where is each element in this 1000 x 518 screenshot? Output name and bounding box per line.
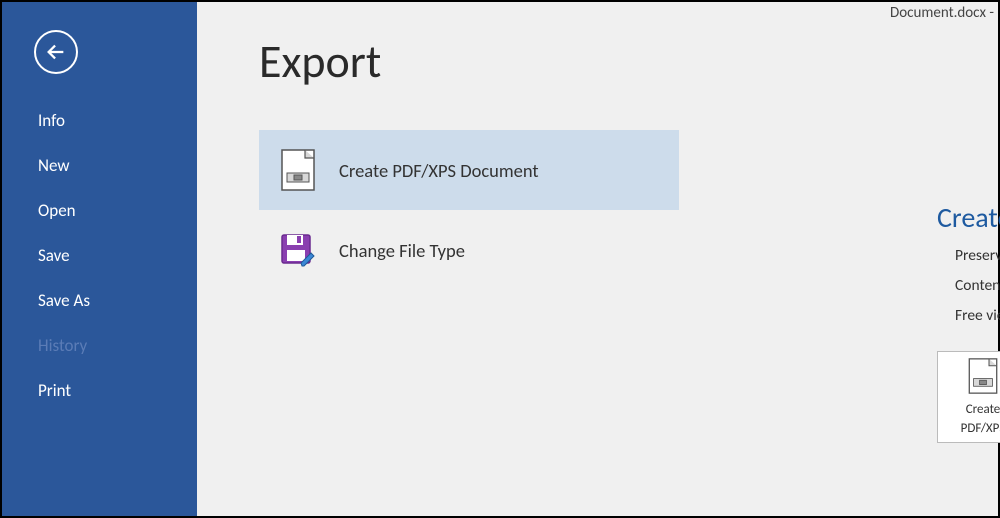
- option-create-pdf-xps[interactable]: Create PDF/XPS Document: [259, 130, 679, 210]
- option-label: Create PDF/XPS Document: [339, 159, 539, 182]
- detail-bullet: Content can't be easily cha: [937, 271, 998, 301]
- pdf-page-icon: [279, 148, 317, 192]
- button-label-line2: PDF/XPS: [961, 421, 1000, 436]
- nav-item-info[interactable]: Info: [2, 98, 197, 143]
- detail-panel: Create a PDF/XPS Preserves layout, forma…: [937, 200, 998, 443]
- export-option-list: Create PDF/XPS Document Change File Type: [259, 130, 679, 290]
- detail-bullet-list: Preserves layout, formatting Content can…: [937, 235, 998, 331]
- nav-item-history: History: [2, 323, 197, 368]
- back-button[interactable]: [34, 30, 78, 74]
- nav-item-save-as[interactable]: Save As: [2, 278, 197, 323]
- page-heading: Export: [259, 34, 998, 90]
- pdf-page-icon: [968, 358, 998, 398]
- detail-bullet: Preserves layout, formatting: [937, 241, 998, 271]
- back-arrow-icon: [45, 41, 67, 63]
- floppy-edit-icon: [279, 228, 317, 272]
- detail-title: Create a PDF/XPS: [937, 200, 998, 235]
- nav-item-open[interactable]: Open: [2, 188, 197, 233]
- detail-bullet: Free viewers are available o: [937, 301, 998, 331]
- nav-item-print[interactable]: Print: [2, 368, 197, 413]
- nav-item-new[interactable]: New: [2, 143, 197, 188]
- backstage-sidebar: Info New Open Save Save As History Print: [2, 2, 197, 516]
- option-label: Change File Type: [339, 239, 465, 262]
- nav-item-save[interactable]: Save: [2, 233, 197, 278]
- content-area: Export Create PDF/XPS Document: [197, 2, 998, 516]
- create-pdf-xps-button[interactable]: Create PDF/XPS: [937, 351, 1000, 443]
- option-change-file-type[interactable]: Change File Type: [259, 210, 679, 290]
- button-label-line1: Create: [966, 402, 1000, 417]
